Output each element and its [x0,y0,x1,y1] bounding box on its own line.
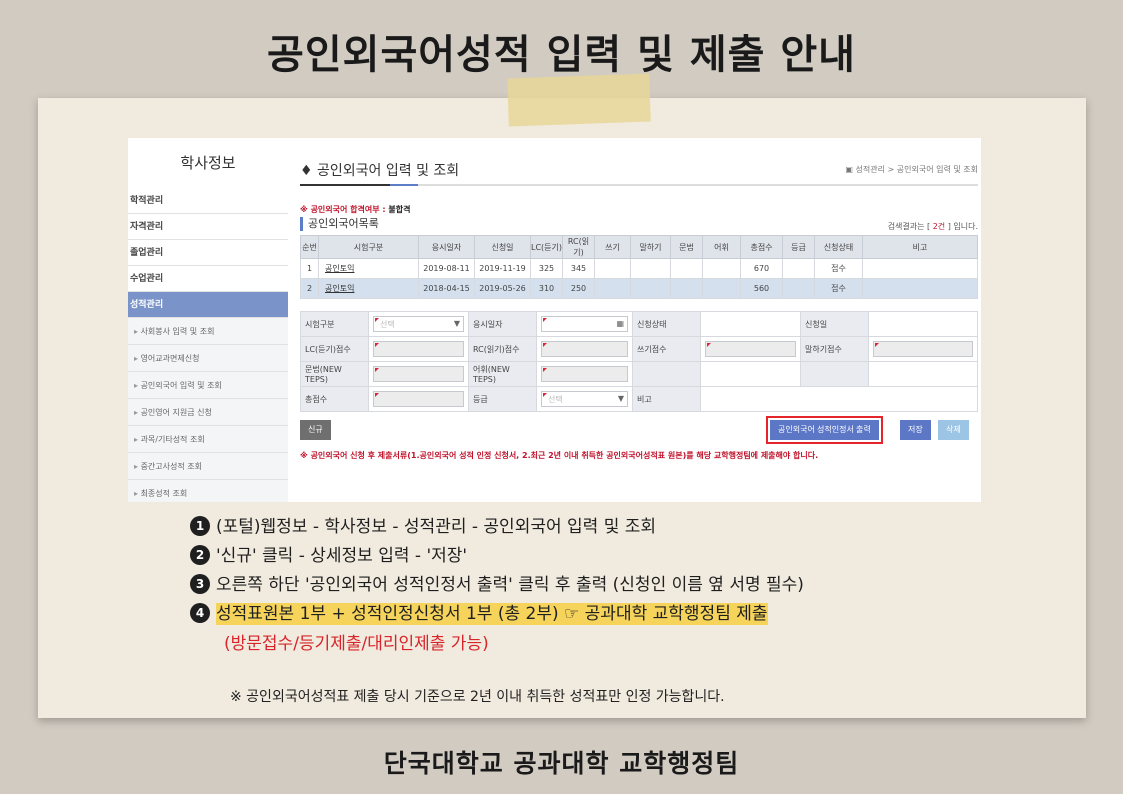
page-header: ♦ 공인외국어 입력 및 조회 ▣ 성적관리 > 공인외국어 입력 및 조회 [300,138,978,186]
writing-score-input[interactable] [705,341,796,357]
grade-label: 등급 [468,386,537,412]
step-3: 3 오른쪽 하단 '공인외국어 성적인정서 출력' 클릭 후 출력 (신청인 이름… [190,571,990,600]
col-header: 등급 [782,235,815,259]
main-content: ♦ 공인외국어 입력 및 조회 ▣ 성적관리 > 공인외국어 입력 및 조회 ※… [300,138,978,502]
vocab-label: 어휘(NEW TEPS) [468,361,537,387]
page-title: ♦ 공인외국어 입력 및 조회 [300,163,460,179]
col-header: LC(듣기) [530,235,563,259]
tag-icon: ♦ [300,163,318,179]
remark-label: 비고 [632,386,701,412]
new-button[interactable]: 신규 [300,420,331,440]
speaking-score-label: 말하기점수 [800,336,869,362]
list-title: 공인외국어목록 [300,217,379,231]
writing-score-label: 쓰기점수 [632,336,701,362]
exam-type-link[interactable]: 공인토익 [318,258,419,279]
sidebar-item-qualification[interactable]: 자격관리 [128,214,288,240]
score-table: 순번 시험구분 응시일자 신청일 LC(듣기) RC(읽기) 쓰기 말하기 문법… [300,235,978,299]
table-row[interactable]: 2 공인토익 2018-04-15 2019-05-26 310 250 560… [300,278,978,299]
lc-score-input[interactable] [373,341,464,357]
exam-date-label: 응시일자 [468,311,537,337]
sidebar-title: 학사정보 [180,154,236,172]
detail-form: 시험구분 선택 ▼ 응시일자 ▦ 신청상태 신청일 LC(듣기)점수 RC(읽기)… [300,311,978,412]
sidebar-sub-midterm[interactable]: 중간고사성적 조회 [128,453,288,480]
lc-score-label: LC(듣기)점수 [300,336,369,362]
tape-decoration [507,73,651,127]
table-row[interactable]: 1 공인토익 2019-08-11 2019-11-19 325 345 670… [300,258,978,279]
col-header: RC(읽기) [562,235,595,259]
step-2: 2 '신규' 클릭 - 상세정보 입력 - '저장' [190,542,990,571]
home-icon: ▣ [845,165,856,174]
validity-note: ※ 공인외국어성적표 제출 당시 기준으로 2년 이내 취득한 성적표만 인정 … [230,689,725,705]
col-header: 신청일 [474,235,531,259]
rc-score-label: RC(읽기)점수 [468,336,537,362]
exam-type-label: 시험구분 [300,311,369,337]
delete-button[interactable]: 삭제 [938,420,969,440]
col-header: 어휘 [702,235,741,259]
total-score-label: 총점수 [300,386,369,412]
grammar-label: 문법(NEW TEPS) [300,361,369,387]
calendar-icon: ▦ [616,319,624,328]
sidebar-item-academic-record[interactable]: 학적관리 [128,188,288,214]
chevron-down-icon: ▼ [617,394,624,403]
sidebar-item-course[interactable]: 수업관리 [128,266,288,292]
exam-type-link[interactable]: 공인토익 [318,278,419,299]
step-4: 4 성적표원본 1부 + 성적인정신청서 1부 (총 2부) ☞ 공과대학 교학행… [190,600,990,629]
table-header-row: 순번 시험구분 응시일자 신청일 LC(듣기) RC(읽기) 쓰기 말하기 문법… [300,235,978,259]
col-header: 비고 [862,235,978,259]
grade-select[interactable]: 선택 ▼ [541,391,628,407]
save-button[interactable]: 저장 [900,420,931,440]
sidebar-item-graduation[interactable]: 졸업관리 [128,240,288,266]
speaking-score-input[interactable] [873,341,973,357]
submission-warning: ※ 공인외국어 신청 후 제출서류(1.공인외국어 성적 인정 신청서, 2.최… [300,451,819,460]
sidebar-sub-english-support[interactable]: 공인영어 지원금 신청 [128,399,288,426]
apply-date-label: 신청일 [800,311,869,337]
col-header: 신청상태 [814,235,863,259]
poster-title: 공인외국어성적 입력 및 제출 안내 [267,32,856,78]
rc-score-input[interactable] [541,341,628,357]
vocab-input[interactable] [541,366,628,382]
portal-screenshot: 학사정보 학적관리 자격관리 졸업관리 수업관리 성적관리 사회봉사 입력 및 … [128,138,981,502]
result-count: 검색결과는 [ 2건 ] 입니다. [887,222,978,231]
total-score-input[interactable] [373,391,464,407]
col-header: 순번 [300,235,319,259]
sidebar: 학사정보 학적관리 자격관리 졸업관리 수업관리 성적관리 사회봉사 입력 및 … [128,138,288,502]
footer-title: 단국대학교 공과대학 교학행정팀 [383,749,740,778]
button-row: 신규 공인외국어 성적인정서 출력 저장 삭제 [300,416,978,444]
col-header: 쓰기 [594,235,631,259]
step-1: 1 (포털)웹정보 - 학사정보 - 성적관리 - 공인외국어 입력 및 조회 [190,513,990,542]
step-4-sub: (방문접수/등기제출/대리인제출 가능) [224,634,489,654]
col-header: 말하기 [630,235,671,259]
sidebar-sub-volunteer[interactable]: 사회봉사 입력 및 조회 [128,318,288,345]
pass-status-value: 불합격 [388,205,411,214]
sidebar-item-grades[interactable]: 성적관리 [128,292,288,318]
chevron-down-icon: ▼ [453,319,460,328]
col-header: 응시일자 [418,235,475,259]
exam-date-input[interactable]: ▦ [541,316,628,332]
sidebar-sub-foreign-language[interactable]: 공인외국어 입력 및 조회 [128,372,288,399]
breadcrumb: ▣ 성적관리 > 공인외국어 입력 및 조회 [845,165,978,174]
sidebar-sub-other-grades[interactable]: 과목/기타성적 조회 [128,426,288,453]
col-header: 문법 [670,235,703,259]
grammar-input[interactable] [373,366,464,382]
sidebar-sub-english-exemption[interactable]: 영어교과면제신청 [128,345,288,372]
sidebar-sub-final[interactable]: 최종성적 조회 [128,480,288,502]
print-certificate-button[interactable]: 공인외국어 성적인정서 출력 [766,416,883,444]
col-header: 총점수 [740,235,783,259]
col-header: 시험구분 [318,235,419,259]
exam-type-select[interactable]: 선택 ▼ [373,316,464,332]
pass-status-notice: ※ 공인외국어 합격여부 : 불합격 [300,205,411,214]
instruction-steps: 1 (포털)웹정보 - 학사정보 - 성적관리 - 공인외국어 입력 및 조회 2… [190,513,990,660]
status-label: 신청상태 [632,311,701,337]
